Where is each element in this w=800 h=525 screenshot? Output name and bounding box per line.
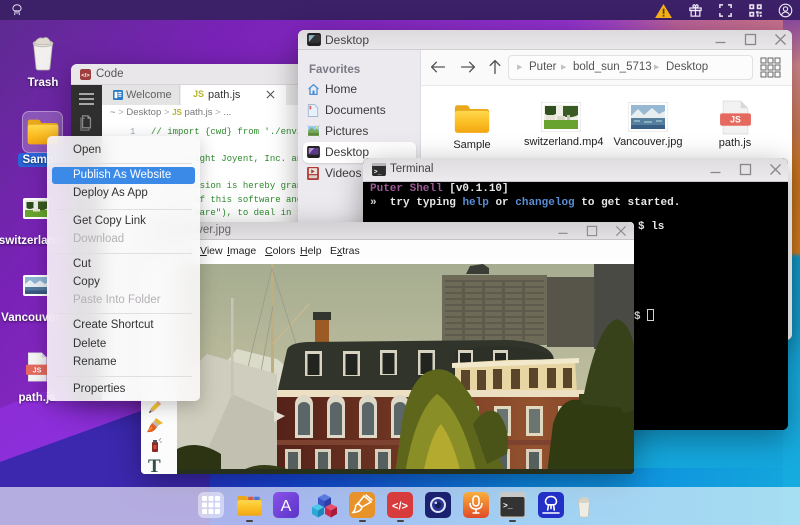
svg-text:</>: </>: [392, 501, 408, 513]
svg-text:JS: JS: [33, 367, 42, 375]
svg-text:A: A: [281, 498, 292, 515]
svg-text:JS: JS: [730, 115, 741, 125]
svg-text:>_: >_: [503, 502, 513, 511]
svg-text:>_: >_: [374, 168, 382, 175]
svg-text:</>: </>: [81, 73, 90, 79]
